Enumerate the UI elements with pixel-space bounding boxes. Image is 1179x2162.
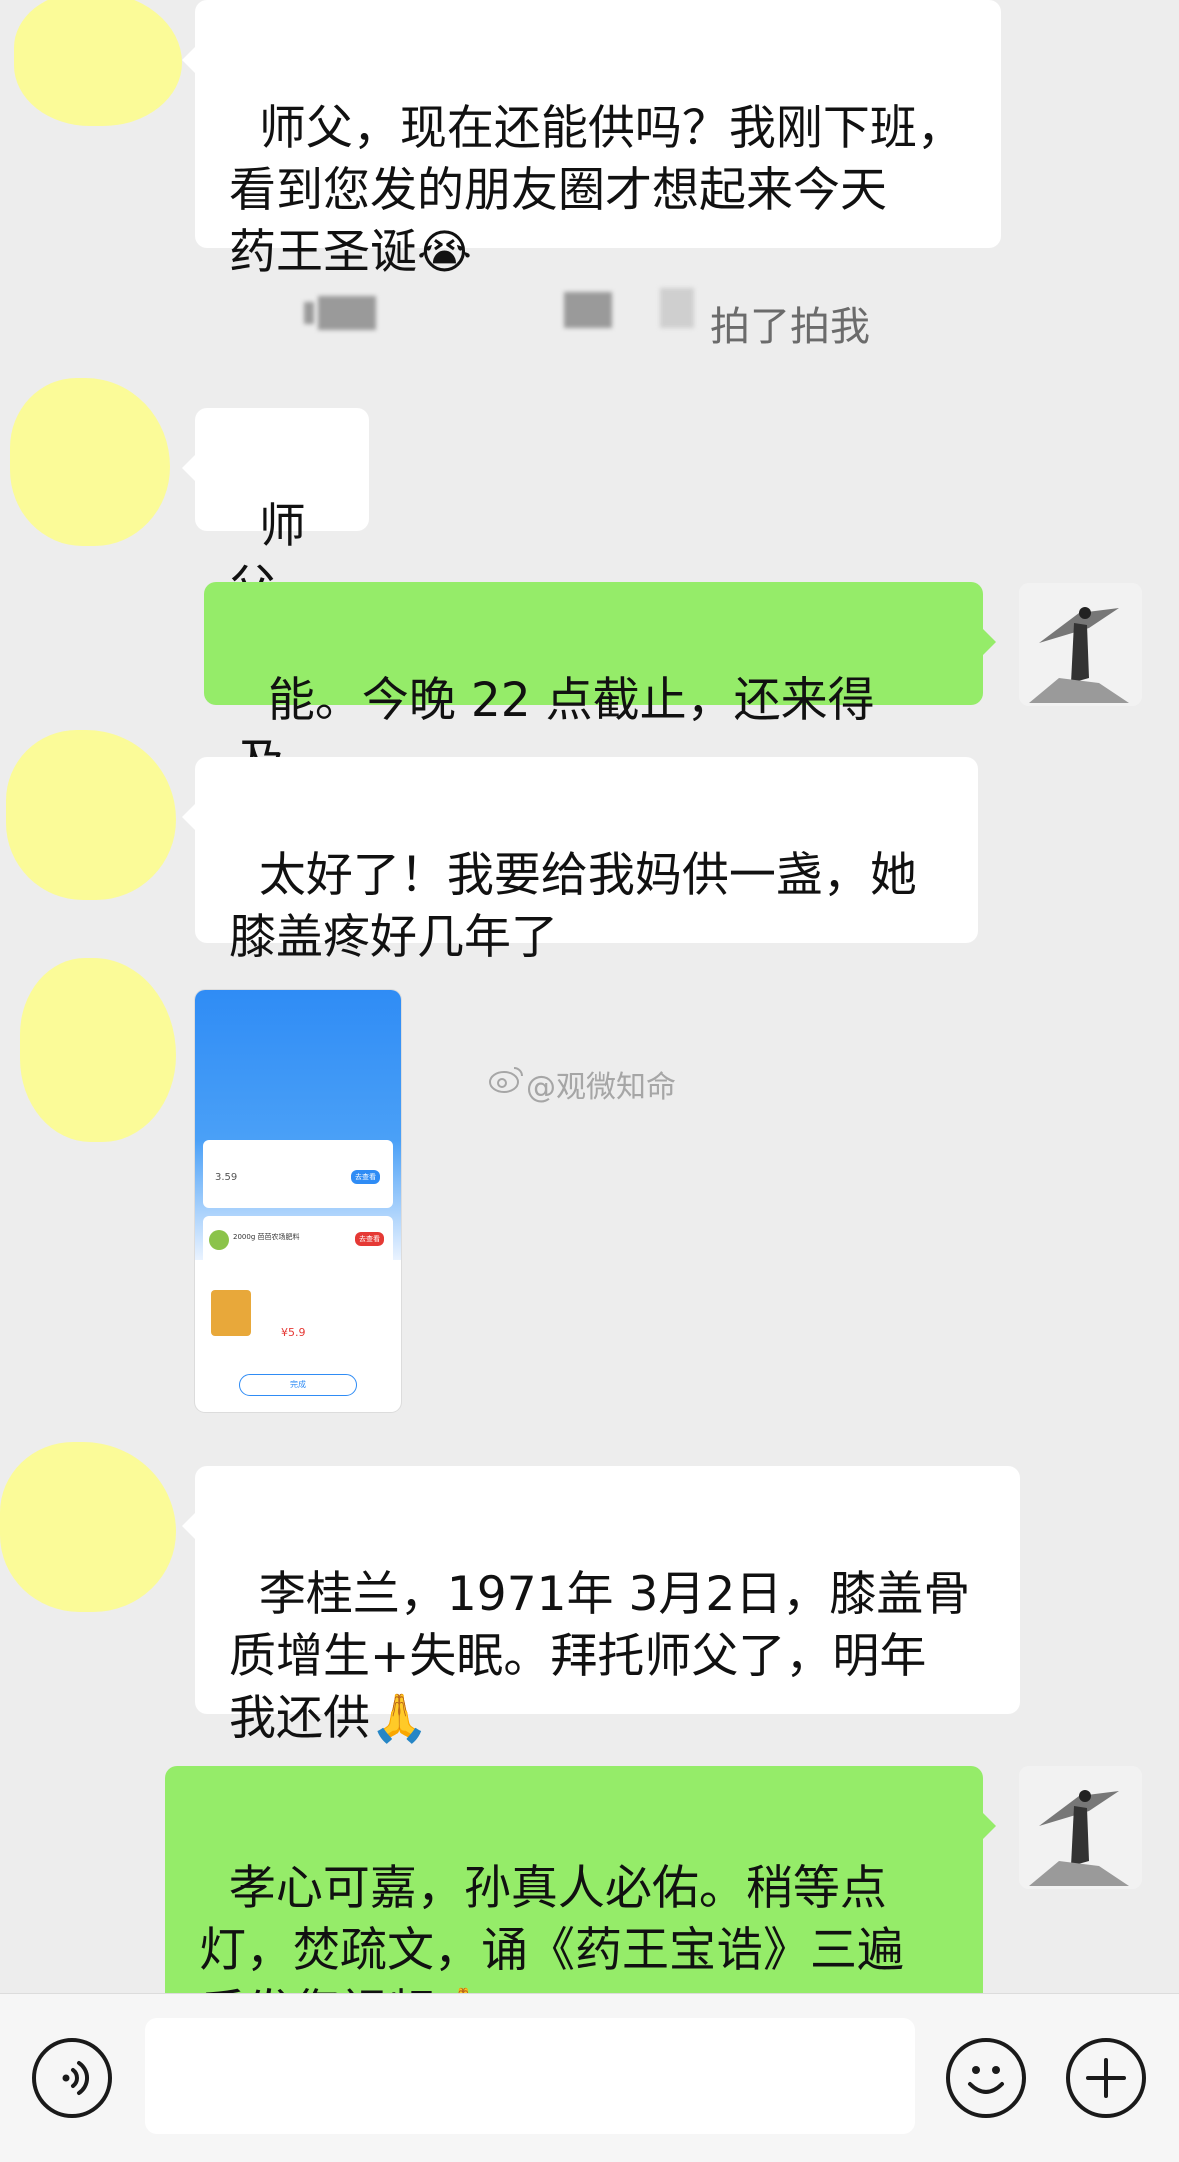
message-bubble[interactable]: 孝心可嘉，孙真人必佑。稍等点 灯，焚疏文，诵《药王宝诰》三遍 后发您视频🙏 xyxy=(165,1766,996,2040)
thumb-product-image xyxy=(211,1290,251,1336)
thumb-button: 去查看 xyxy=(351,1170,380,1184)
redacted-name xyxy=(660,288,694,328)
emoji-icon xyxy=(968,2066,1004,2094)
message-bubble[interactable]: 师父 xyxy=(182,408,369,616)
plus-icon xyxy=(1086,2058,1126,2098)
thumb-done-label: 完成 xyxy=(290,1380,306,1389)
watermark-text: @观微知命 xyxy=(526,1070,676,1105)
redacted-name xyxy=(318,296,376,330)
system-pat-text: 拍了拍我 xyxy=(710,304,870,350)
my-avatar[interactable] xyxy=(1019,583,1142,706)
message-text: 李桂兰，1971年 3月2日，膝盖骨 质增生+失眠。拜托师父了，明年 我还供🙏 xyxy=(229,1567,971,1746)
input-bar xyxy=(0,1993,1179,2162)
contact-avatar[interactable] xyxy=(20,958,176,1142)
message-text: 太好了！我要给我妈供一盏，她 膝盖疼好几年了 xyxy=(229,848,917,965)
contact-avatar[interactable] xyxy=(10,378,170,546)
screenshot-image[interactable]: 3.59 去查看 2000g 芭芭农场肥料 去查看 ¥5.9 完成 xyxy=(195,990,401,1412)
thumb-card2-text: 2000g 芭芭农场肥料 xyxy=(233,1233,300,1241)
message-text: 师父，现在还能供吗？我刚下班， 看到您发的朋友圈才想起来今天 药王圣诞😭 xyxy=(229,101,964,280)
thumb-amount: 3.59 xyxy=(215,1172,238,1183)
redacted-name xyxy=(304,302,314,324)
weibo-icon xyxy=(488,1064,524,1094)
thumb-button: 去查看 xyxy=(355,1232,384,1246)
voice-button[interactable] xyxy=(32,2038,112,2118)
redacted-name xyxy=(564,292,612,328)
more-button[interactable] xyxy=(1066,2038,1146,2118)
message-bubble[interactable]: 能。今晚 22 点截止，还来得及。 xyxy=(204,582,996,790)
thumb-price: ¥5.9 xyxy=(281,1326,306,1339)
thumb-done-button: 完成 xyxy=(239,1374,357,1396)
contact-avatar[interactable] xyxy=(14,0,182,126)
message-bubble[interactable]: 师父，现在还能供吗？我刚下班， 看到您发的朋友圈才想起来今天 药王圣诞😭 xyxy=(182,0,1001,280)
voice-icon xyxy=(62,2061,89,2095)
thumb-header xyxy=(195,990,401,1140)
thumb-card2-icon xyxy=(209,1230,229,1250)
message-bubble[interactable]: 李桂兰，1971年 3月2日，膝盖骨 质增生+失眠。拜托师父了，明年 我还供🙏 xyxy=(182,1466,1020,1746)
my-avatar[interactable] xyxy=(1019,1766,1142,1889)
contact-avatar[interactable] xyxy=(0,1442,176,1612)
message-input[interactable] xyxy=(145,2018,915,2134)
contact-avatar[interactable] xyxy=(6,730,176,900)
message-bubble[interactable]: 太好了！我要给我妈供一盏，她 膝盖疼好几年了 xyxy=(182,757,978,965)
emoji-button[interactable] xyxy=(946,2038,1026,2118)
